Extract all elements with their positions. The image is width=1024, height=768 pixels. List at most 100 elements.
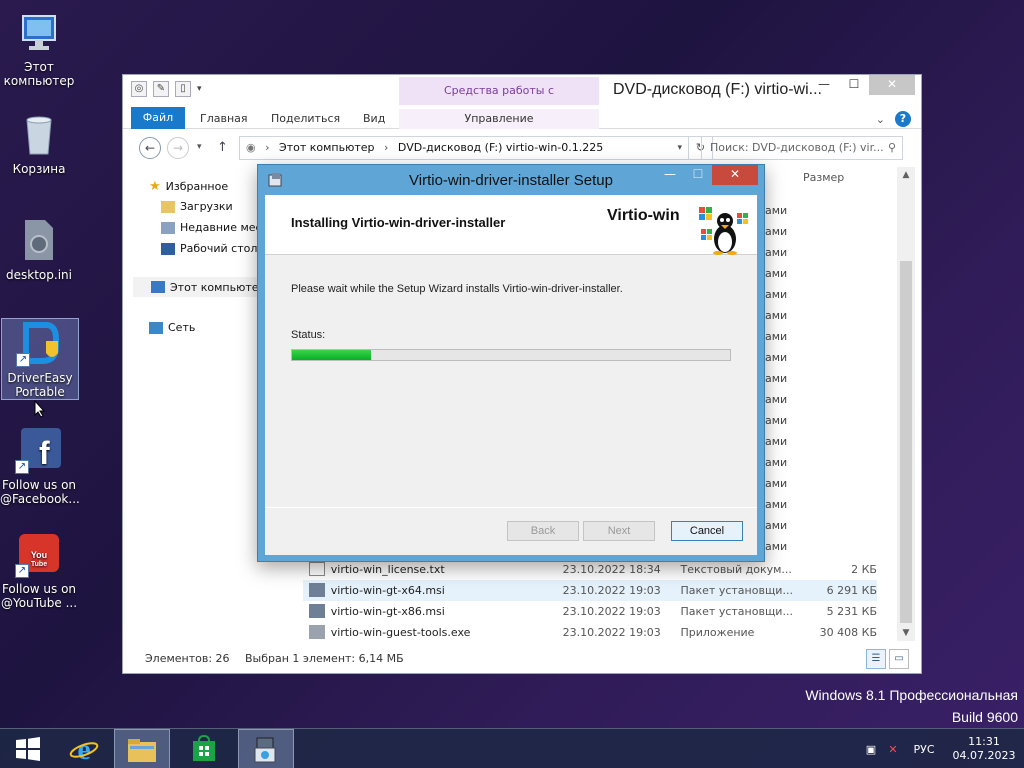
file-name: virtio-win-guest-tools.exe: [330, 626, 471, 639]
status-selection: Выбран 1 элемент: 6,14 МБ: [245, 652, 404, 665]
disc-icon[interactable]: ◎: [131, 81, 147, 97]
tab-home[interactable]: Главная: [200, 109, 248, 129]
properties-icon[interactable]: ✎: [153, 81, 169, 97]
desktop-icon-label: DriverEasy Portable: [7, 371, 73, 399]
file-type-fragment: ами: [765, 267, 788, 280]
nav-network[interactable]: Сеть: [149, 321, 195, 334]
desktop-icon-desktop-ini[interactable]: desktop.ini: [0, 216, 78, 282]
taskbar-installer[interactable]: [238, 729, 294, 768]
nav-label: Избранное: [165, 180, 229, 193]
file-type-fragment: ами: [765, 204, 788, 217]
nav-favorites[interactable]: ★ Избранное: [149, 179, 228, 194]
breadcrumb-this-pc[interactable]: Этот компьютер: [279, 141, 375, 154]
computer-icon: [15, 8, 63, 56]
desktop-icon-facebook[interactable]: f ↗ Follow us on @Facebook...: [0, 426, 80, 506]
file-list: virtio-win_license.txt 23.10.2022 18:34 …: [303, 559, 877, 643]
taskbar-internet-explorer[interactable]: e: [56, 729, 112, 768]
forward-arrow-icon[interactable]: →: [167, 137, 189, 159]
clock-date: 04.07.2023: [952, 749, 1016, 762]
up-arrow-icon[interactable]: ↑: [217, 140, 228, 155]
scrollbar-thumb[interactable]: [900, 261, 912, 623]
desktop-icon-recycle-bin[interactable]: Корзина: [0, 110, 78, 176]
network-status-icon[interactable]: ▣: [860, 743, 882, 756]
setup-body: Installing Virtio-win-driver-installer V…: [265, 195, 757, 555]
desktop-folder-icon: [161, 242, 175, 255]
desktop-icon-drivereasy[interactable]: ↗ DriverEasy Portable: [1, 318, 79, 400]
desktop-icon-youtube[interactable]: You Tube ↗ Follow us on @YouTube ...: [0, 530, 78, 610]
chevron-down-icon[interactable]: ▾: [677, 137, 682, 159]
youtube-icon: You Tube ↗: [15, 530, 63, 578]
file-type-fragment: ами: [765, 225, 788, 238]
nav-recent[interactable]: Недавние мес: [161, 221, 262, 234]
context-tab-header: Средства работы с приложениями: [399, 77, 599, 125]
column-header-size[interactable]: Размер: [803, 171, 844, 184]
navigation-bar: ← → ▾ ↑ ◉ › Этот компьютер › DVD-дисково…: [123, 133, 921, 163]
breadcrumb-dvd[interactable]: DVD-дисковод (F:) virtio-win-0.1.225: [398, 141, 603, 154]
taskbar: e ▣ ✕ РУС 11:31 04.07.2023: [0, 728, 1024, 768]
file-type: Пакет установщи...: [680, 584, 793, 597]
nav-downloads[interactable]: Загрузки: [161, 200, 233, 213]
language-indicator[interactable]: РУС: [904, 743, 944, 756]
taskbar-file-explorer[interactable]: [114, 729, 170, 768]
setup-title-bar[interactable]: Virtio-win-driver-installer Setup — ☐ ✕: [258, 165, 764, 195]
minimize-button[interactable]: —: [656, 165, 684, 185]
recent-locations-icon[interactable]: ▾: [197, 142, 202, 152]
scroll-up-icon[interactable]: ▲: [897, 167, 915, 183]
file-type-fragment: ами: [765, 519, 788, 532]
start-button[interactable]: [0, 729, 56, 768]
tab-manage[interactable]: Управление: [399, 109, 599, 129]
minimize-button[interactable]: —: [809, 75, 839, 95]
file-name: virtio-win_license.txt: [330, 563, 445, 576]
scroll-down-icon[interactable]: ▼: [897, 625, 915, 641]
file-type-fragment: ами: [765, 372, 788, 385]
address-bar[interactable]: ◉ › Этот компьютер › DVD-дисковод (F:) v…: [239, 136, 689, 160]
chevron-down-icon[interactable]: ▾: [197, 84, 202, 94]
details-view-icon[interactable]: ☰: [866, 649, 886, 669]
disc-icon: ◉: [246, 141, 256, 154]
cancel-button[interactable]: Cancel: [671, 521, 743, 541]
table-row[interactable]: virtio-win-guest-tools.exe 23.10.2022 19…: [303, 622, 877, 643]
shortcut-arrow-icon: ↗: [16, 353, 30, 367]
table-row[interactable]: virtio-win-gt-x86.msi 23.10.2022 19:03 П…: [303, 601, 877, 622]
file-date: 23.10.2022 19:03: [562, 605, 661, 618]
new-folder-icon[interactable]: ▯: [175, 81, 191, 97]
maximize-button[interactable]: ☐: [684, 165, 712, 185]
file-date: 23.10.2022 19:03: [562, 626, 661, 639]
ribbon-right-controls: ⌄ ?: [876, 111, 911, 127]
system-tray: ▣ ✕ РУС 11:31 04.07.2023: [860, 729, 1024, 768]
file-date: 23.10.2022 19:03: [562, 584, 661, 597]
help-icon[interactable]: ?: [895, 111, 911, 127]
close-button[interactable]: ✕: [869, 75, 915, 95]
file-size: 2 КБ: [851, 563, 877, 576]
vertical-scrollbar[interactable]: ▲ ▼: [897, 167, 915, 641]
taskbar-store[interactable]: [176, 729, 232, 768]
large-icons-view-icon[interactable]: ▭: [889, 649, 909, 669]
nav-label: Рабочий стол: [180, 242, 258, 255]
clock[interactable]: 11:31 04.07.2023: [944, 735, 1024, 763]
desktop-icon-label: Корзина: [12, 162, 66, 176]
maximize-button[interactable]: ☐: [839, 75, 869, 95]
table-row[interactable]: virtio-win_license.txt 23.10.2022 18:34 …: [303, 559, 877, 580]
tab-file[interactable]: Файл: [131, 107, 185, 129]
internet-explorer-icon: e: [69, 733, 99, 766]
tab-view[interactable]: Вид: [363, 109, 385, 129]
close-button[interactable]: ✕: [712, 165, 758, 185]
nav-desktop[interactable]: Рабочий стол: [161, 242, 257, 255]
progress-fill: [292, 350, 371, 360]
setup-window-controls: — ☐ ✕: [656, 165, 758, 185]
back-arrow-icon[interactable]: ←: [139, 137, 161, 159]
table-row[interactable]: virtio-win-gt-x64.msi 23.10.2022 19:03 П…: [303, 580, 877, 601]
back-button[interactable]: Back: [507, 521, 579, 541]
desktop-icon-this-pc[interactable]: Этот компьютер: [0, 8, 78, 88]
file-size: 6 291 КБ: [826, 584, 877, 597]
search-input[interactable]: Поиск: DVD-дисковод (F:) vir... ⚲: [701, 136, 903, 160]
msi-package-icon: [309, 604, 325, 618]
explorer-title-bar[interactable]: ◎ ✎ ▯ ▾ Средства работы с приложениями D…: [123, 75, 921, 125]
tab-share[interactable]: Поделиться: [271, 109, 340, 129]
setup-dialog[interactable]: Virtio-win-driver-installer Setup — ☐ ✕ …: [257, 164, 765, 562]
nav-label: Сеть: [168, 321, 196, 334]
volume-muted-icon[interactable]: ✕: [882, 743, 904, 756]
next-button[interactable]: Next: [583, 521, 655, 541]
expand-ribbon-icon[interactable]: ⌄: [876, 113, 885, 126]
file-type: Текстовый докум...: [680, 563, 792, 576]
